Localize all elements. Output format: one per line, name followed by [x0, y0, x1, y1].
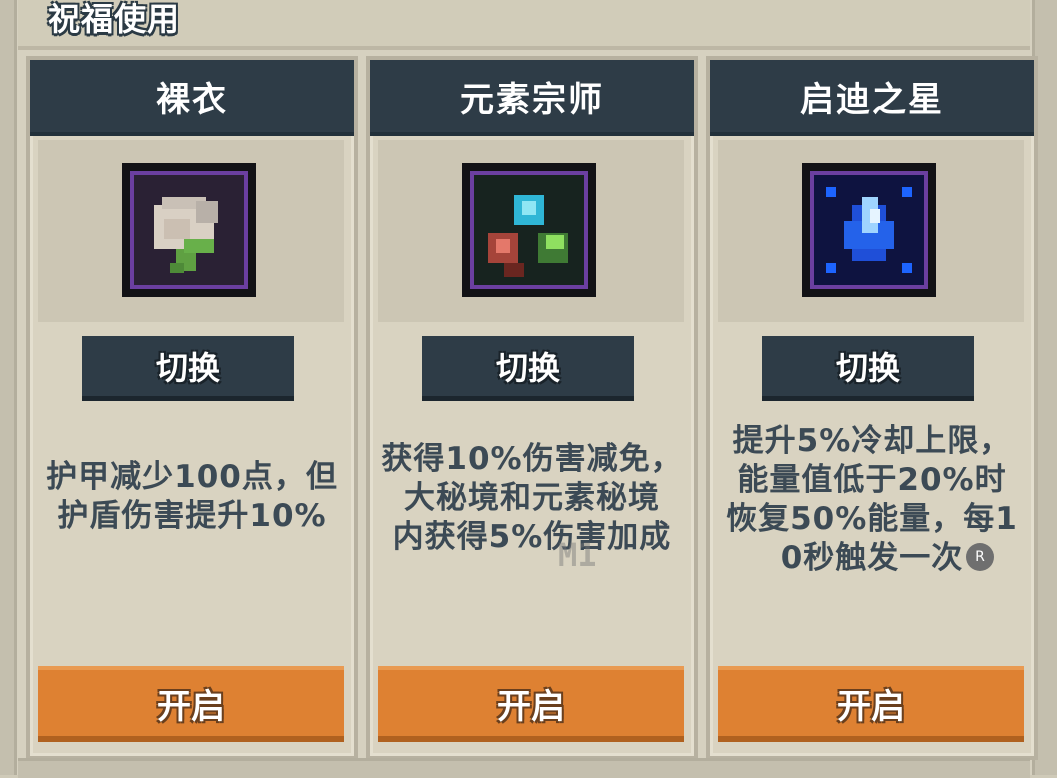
- section-title: 祝福使用: [48, 0, 181, 38]
- card-title: 元素宗师: [460, 79, 604, 120]
- card-icon-area: [378, 140, 684, 322]
- elemental-orbs-icon: [462, 163, 596, 297]
- card-header: 启迪之星: [710, 60, 1034, 136]
- card-icon-area: [718, 140, 1024, 322]
- blessing-card-star-of-enlightenment: 启迪之星 切换 提升5%冷却上限， 能量值低于20%时 恢复50%能量，每1 0…: [706, 56, 1038, 760]
- card-title: 启迪之星: [800, 79, 944, 120]
- card-description: 护甲减少100点，但 护盾伤害提升10%: [46, 459, 338, 534]
- switch-button[interactable]: 切换: [82, 336, 294, 401]
- open-button[interactable]: 开启: [718, 666, 1024, 742]
- card-icon-area: [38, 140, 344, 322]
- switch-button[interactable]: 切换: [762, 336, 974, 401]
- r-badge: R: [966, 543, 994, 571]
- panel-title-bar: 祝福使用: [18, 0, 1030, 50]
- card-header: 裸衣: [30, 60, 354, 136]
- panel-bottom-edge: [18, 758, 1030, 778]
- card-header: 元素宗师: [370, 60, 694, 136]
- blessing-panel: 祝福使用 裸衣 切换 护甲减少100点，但 护盾伤害提升10% 开启 元素宗师 …: [0, 0, 1057, 778]
- open-button[interactable]: 开启: [38, 666, 344, 742]
- rose-icon: [122, 163, 256, 297]
- switch-button[interactable]: 切换: [422, 336, 634, 401]
- open-button[interactable]: 开启: [378, 666, 684, 742]
- card-title: 裸衣: [156, 79, 228, 120]
- blessing-card-elemental-master: 元素宗师 切换 获得10%伤害减免， 大秘境和元素秘境 内获得5%伤害加成 开启: [366, 56, 698, 760]
- blue-crystal-icon: [802, 163, 936, 297]
- card-description: 获得10%伤害减免， 大秘境和元素秘境 内获得5%伤害加成: [381, 441, 683, 555]
- blessing-card-luoyi: 裸衣 切换 护甲减少100点，但 护盾伤害提升10% 开启: [26, 56, 358, 760]
- panel-left-edge: [0, 0, 17, 775]
- watermark: M1: [558, 536, 597, 574]
